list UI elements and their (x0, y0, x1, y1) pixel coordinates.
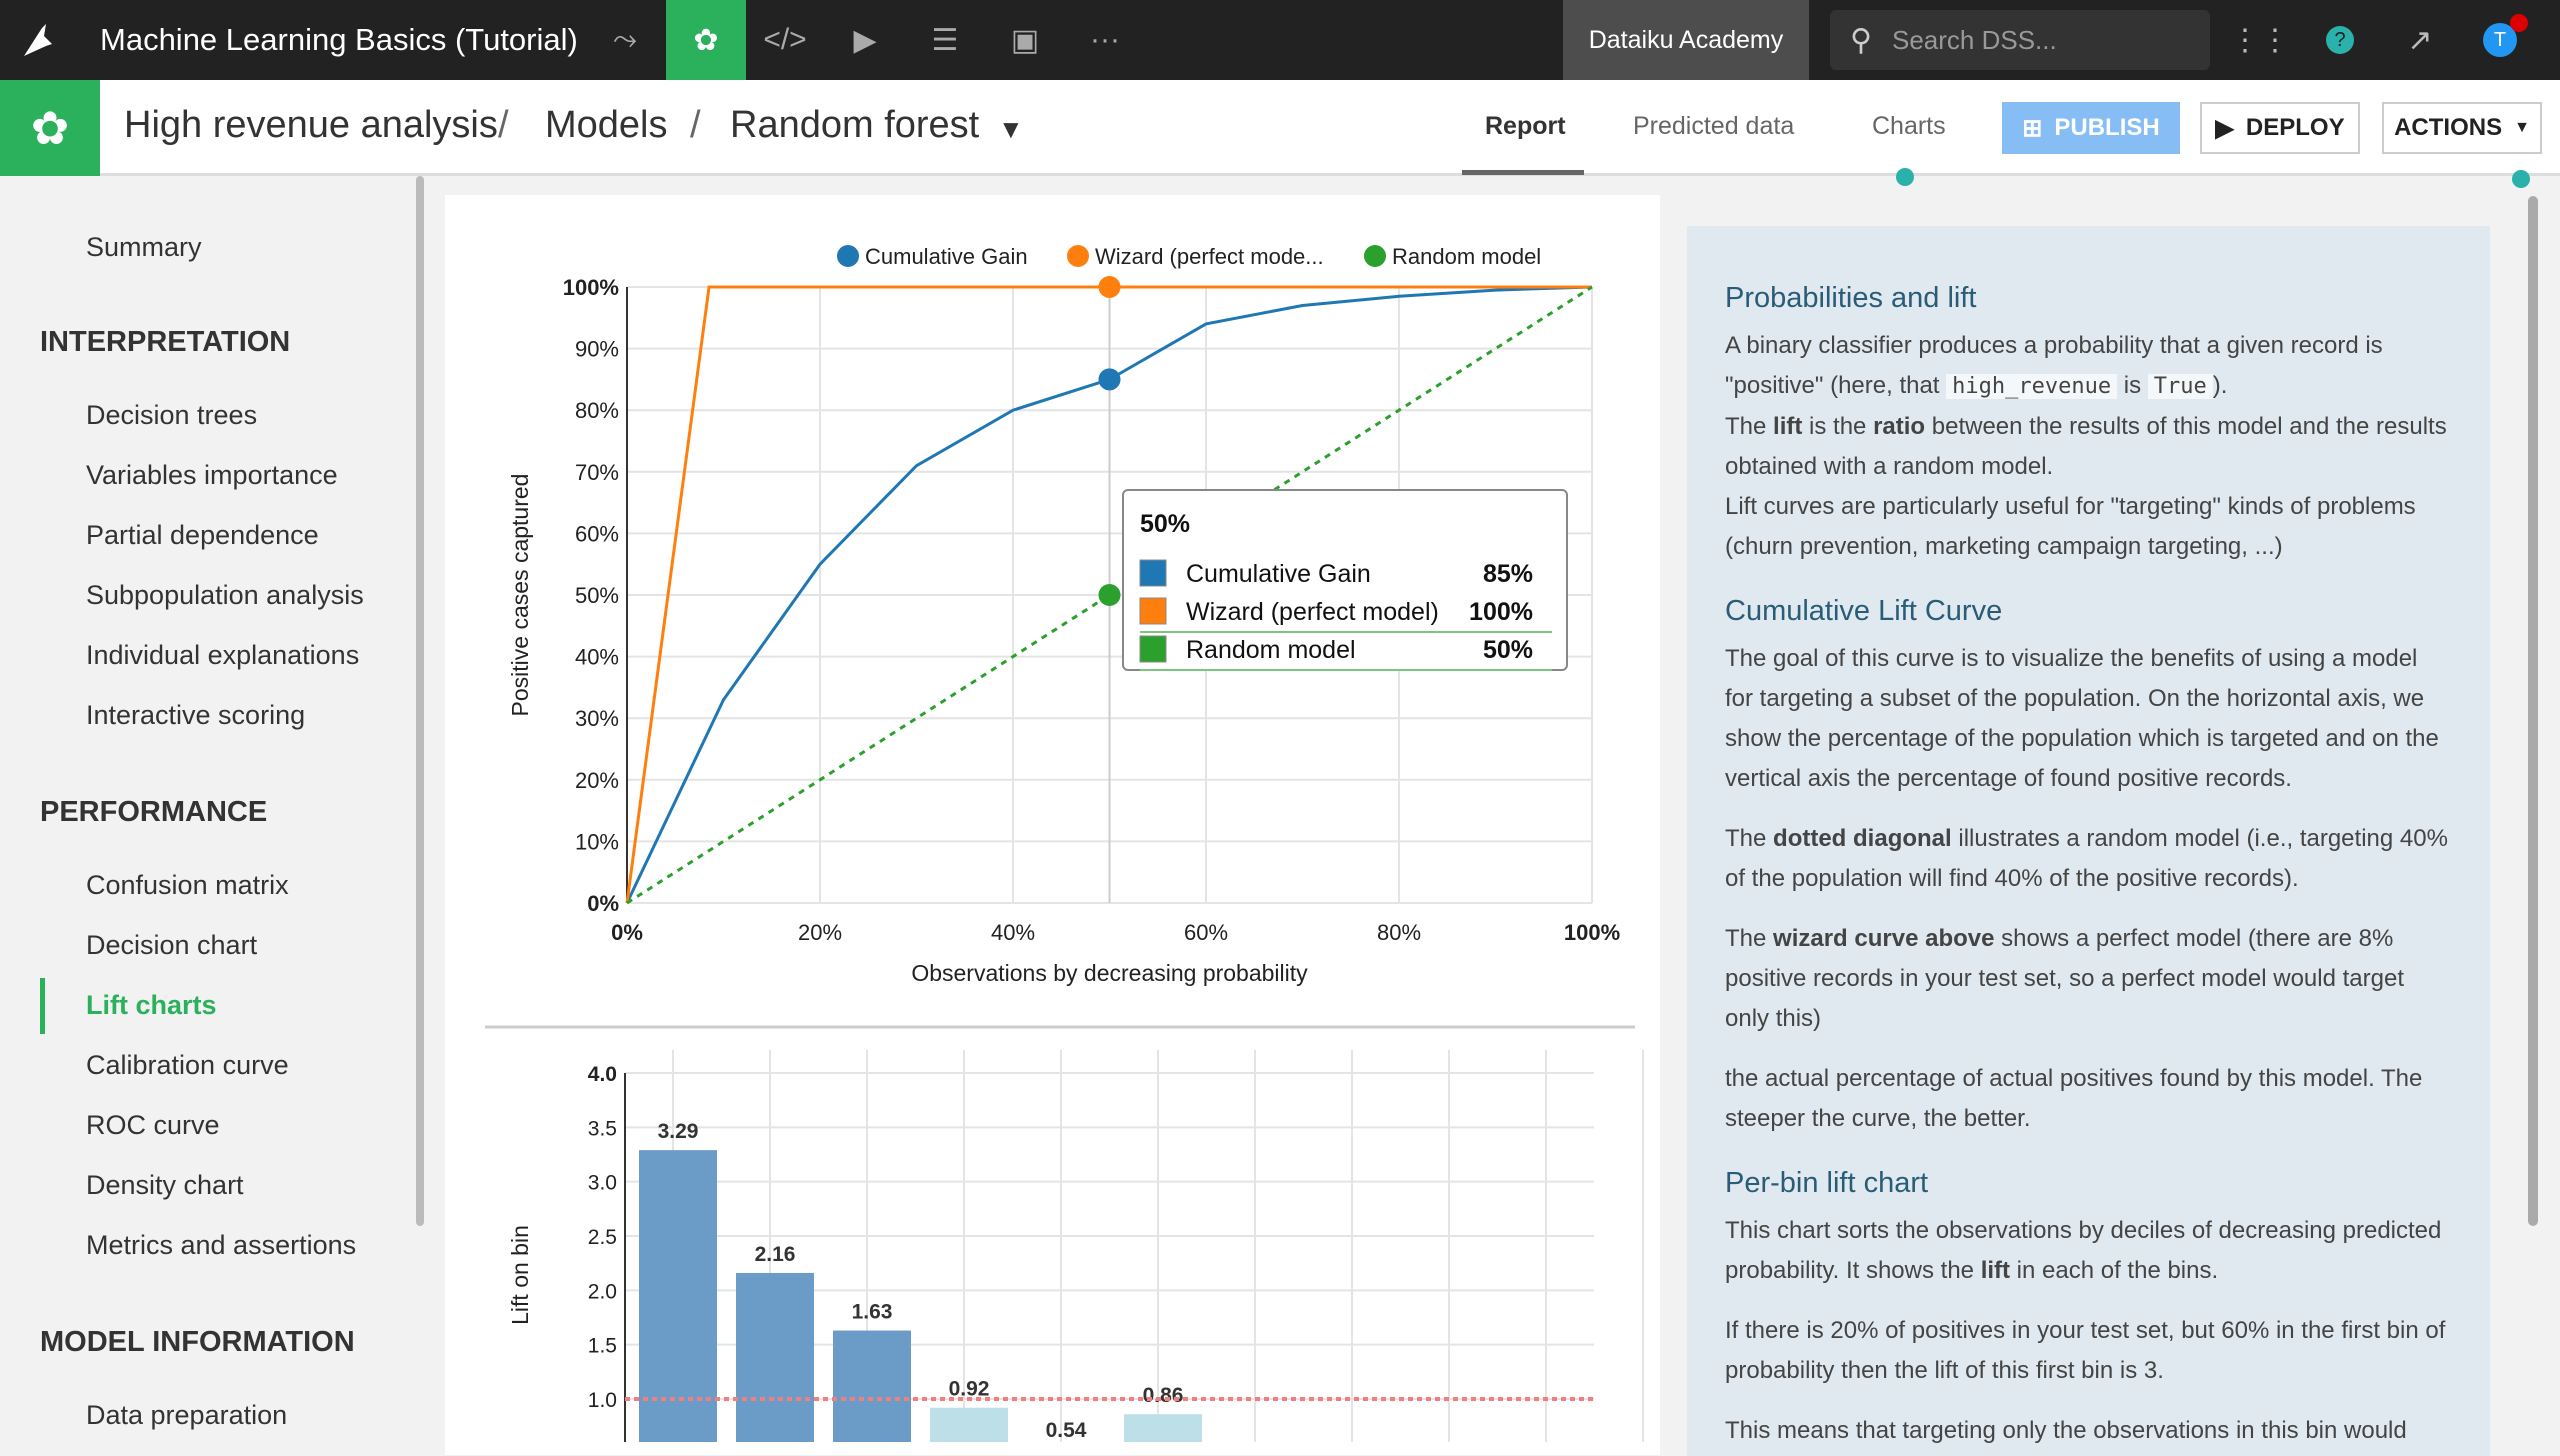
x-tick-label: 20% (798, 920, 842, 945)
tooltip-value: 85% (1483, 560, 1533, 588)
y-tick-label: 30% (575, 706, 619, 731)
tooltip-title: 50% (1140, 510, 1190, 538)
paragraph: the actual percentage of actual positive… (1725, 1065, 2423, 1132)
publish-button[interactable]: ⊞ PUBLISH (2002, 102, 2180, 154)
activity-icon[interactable]: ↗ (2400, 0, 2440, 80)
bar-label: 0.86 (1143, 1384, 1184, 1407)
paragraph: The dotted diagonal illustrates a random… (1725, 825, 2448, 892)
legend-marker (1067, 245, 1089, 267)
y-tick-label: 4.0 (588, 1063, 617, 1086)
y-tick-label: 100% (563, 275, 619, 300)
bar (930, 1407, 1008, 1442)
hint-dot[interactable] (1896, 168, 1914, 186)
hover-marker (1098, 584, 1121, 606)
tooltip-series: Cumulative Gain (1186, 560, 1371, 588)
heading-probabilities: Probabilities and lift (1725, 282, 1977, 314)
tooltip-swatch (1139, 559, 1167, 587)
heading-cumulative-lift: Cumulative Lift Curve (1725, 595, 2003, 627)
legend-label: Wizard (perfect mode... (1095, 244, 1324, 269)
tooltip-value: 50% (1483, 636, 1533, 664)
y-tick-label: 1.0 (588, 1389, 617, 1412)
x-axis-label: Observations by decreasing probability (911, 960, 1308, 986)
x-tick-label: 100% (1564, 920, 1620, 945)
avatar[interactable]: T (2480, 0, 2520, 80)
y-axis-label: Lift on bin (507, 1225, 533, 1325)
paragraph: This means that targeting only the obser… (1725, 1417, 2407, 1444)
publish-icon: ⊞ (2022, 114, 2043, 142)
search-input[interactable]: ⚲ Search DSS... (1830, 10, 2210, 70)
tooltip-swatch (1139, 597, 1167, 625)
bar-label: 3.29 (658, 1120, 699, 1143)
tab-charts[interactable]: Charts (1872, 112, 1946, 141)
x-tick-label: 0% (611, 920, 643, 945)
bar-label: 1.63 (852, 1301, 893, 1324)
y-tick-label: 2.0 (588, 1280, 617, 1303)
tooltip-value: 100% (1469, 598, 1533, 626)
actions-button[interactable]: ACTIONS ▼ (2382, 102, 2542, 154)
x-tick-label: 60% (1184, 920, 1228, 945)
hint-dot[interactable] (2512, 170, 2530, 188)
y-tick-label: 80% (575, 398, 619, 423)
y-tick-label: 90% (575, 337, 619, 362)
paragraph: If there is 20% of positives in your tes… (1725, 1317, 2446, 1384)
tooltip-swatch (1139, 635, 1167, 663)
notification-badge (2510, 14, 2528, 32)
y-tick-label: 3.5 (588, 1117, 617, 1140)
hover-marker (1098, 368, 1121, 391)
paragraph: This chart sorts the observations by dec… (1725, 1217, 2442, 1284)
y-tick-label: 10% (575, 829, 619, 854)
bar (639, 1150, 717, 1442)
x-tick-label: 80% (1377, 920, 1421, 945)
y-tick-label: 20% (575, 768, 619, 793)
tooltip-series: Wizard (perfect model) (1186, 598, 1439, 626)
y-tick-label: 50% (575, 583, 619, 608)
legend-marker (1364, 245, 1386, 267)
paragraph: A binary classifier produces a probabili… (1725, 332, 2447, 560)
y-tick-label: 2.5 (588, 1226, 617, 1249)
x-tick-label: 40% (991, 920, 1035, 945)
main-scrollbar[interactable] (2528, 196, 2538, 1226)
heading-per-bin: Per-bin lift chart (1725, 1167, 1929, 1199)
chevron-down-icon: ▼ (2514, 119, 2530, 136)
y-axis-label: Positive cases captured (507, 474, 533, 717)
y-tick-label: 40% (575, 645, 619, 670)
search-icon: ⚲ (1850, 23, 1872, 57)
legend-label: Cumulative Gain (865, 244, 1028, 269)
y-tick-label: 0% (587, 891, 619, 916)
bar (736, 1272, 814, 1442)
bar (833, 1330, 911, 1442)
legend-marker (837, 245, 859, 267)
tooltip-series: Random model (1186, 636, 1356, 664)
help-icon[interactable]: ? (2320, 0, 2360, 80)
search-placeholder: Search DSS... (1891, 24, 2057, 55)
deploy-button[interactable]: ▶ DEPLOY (2200, 102, 2360, 154)
y-tick-label: 70% (575, 460, 619, 485)
apps-grid-icon[interactable]: ⋮⋮ (2230, 0, 2290, 80)
bar-label: 2.16 (755, 1243, 796, 1266)
bar (1124, 1414, 1202, 1442)
explanation-panel: Probabilities and lift A binary classifi… (1687, 226, 2490, 1456)
lift-charts: 0% 10% 20% 30% 40% 50% 60% 70% 80% 90% 100% 0% 20% 40… (485, 244, 1644, 1442)
y-tick-label: 1.5 (588, 1335, 617, 1358)
paragraph: The goal of this curve is to visualize t… (1725, 645, 2439, 792)
bar-label: 0.54 (1046, 1419, 1087, 1442)
hover-marker (1098, 276, 1121, 298)
y-tick-label: 60% (575, 521, 619, 546)
play-icon: ▶ (2215, 114, 2234, 142)
y-tick-label: 3.0 (588, 1172, 617, 1195)
paragraph: The wizard curve above shows a perfect m… (1725, 925, 2404, 1032)
legend-label: Random model (1392, 244, 1541, 269)
